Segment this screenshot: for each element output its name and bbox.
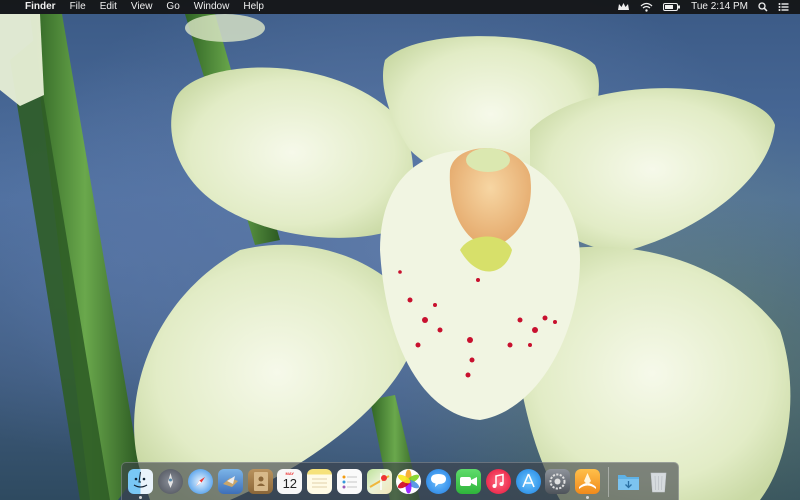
calendar-icon[interactable]: MAY 12 — [277, 469, 303, 494]
calendar-day: 12 — [282, 476, 298, 491]
photos-icon[interactable] — [396, 469, 422, 494]
menu-app-finder[interactable]: Finder — [18, 0, 63, 14]
menu-view[interactable]: View — [124, 0, 160, 14]
menu-file[interactable]: File — [63, 0, 93, 14]
dock: MAY 12 — [121, 462, 679, 500]
ibooks-icon[interactable] — [575, 469, 601, 499]
clock[interactable]: Tue 2:14 PM — [686, 0, 753, 14]
trash-icon[interactable] — [646, 469, 671, 494]
notes-icon[interactable] — [307, 469, 333, 494]
app-store-icon[interactable] — [515, 469, 541, 494]
menu-go[interactable]: Go — [159, 0, 186, 14]
dock-separator — [607, 466, 609, 497]
messages-icon[interactable] — [426, 469, 452, 494]
contacts-icon[interactable] — [247, 469, 273, 494]
itunes-icon[interactable] — [485, 469, 511, 494]
menu-edit[interactable]: Edit — [93, 0, 124, 14]
mail-icon[interactable] — [217, 469, 243, 494]
system-preferences-icon[interactable] — [545, 469, 571, 494]
finder-icon[interactable] — [128, 469, 154, 499]
desktop-wallpaper — [0, 0, 800, 500]
crown-status-icon[interactable] — [612, 2, 635, 12]
menu-window[interactable]: Window — [187, 0, 237, 14]
reminders-icon[interactable] — [336, 469, 362, 494]
menu-help[interactable]: Help — [236, 0, 271, 14]
running-indicator — [586, 496, 590, 499]
maps-icon[interactable] — [366, 469, 392, 494]
orchid-image — [0, 14, 791, 500]
running-indicator — [139, 496, 143, 499]
facetime-icon[interactable] — [455, 469, 481, 494]
menu-bar: Finder File Edit View Go Window Help Tue… — [0, 0, 800, 14]
launchpad-icon[interactable] — [158, 469, 184, 494]
battery-icon[interactable] — [658, 2, 686, 12]
downloads-folder-icon[interactable] — [616, 469, 641, 494]
safari-icon[interactable] — [187, 469, 213, 494]
wifi-icon[interactable] — [635, 2, 658, 12]
spotlight-search-icon[interactable] — [753, 2, 773, 12]
notification-center-icon[interactable] — [773, 2, 794, 12]
